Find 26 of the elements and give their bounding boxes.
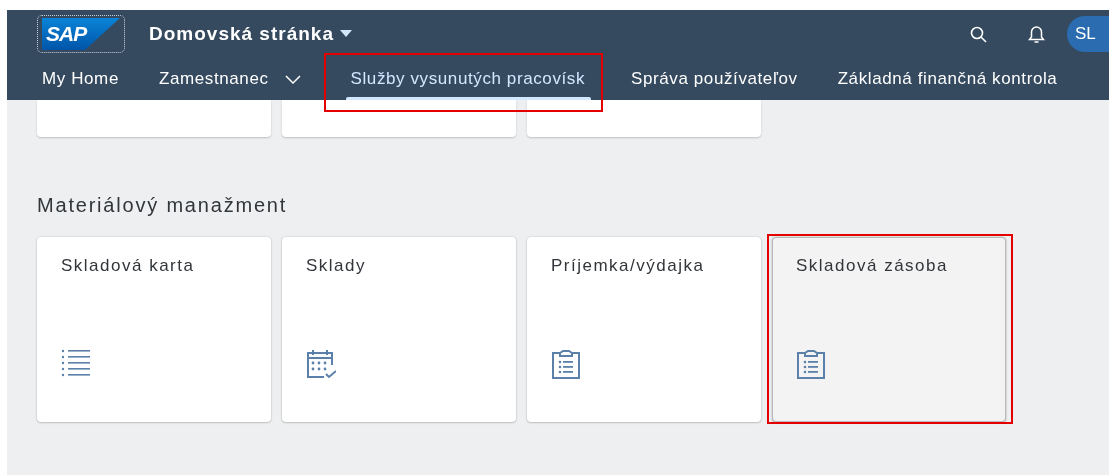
tile-title: Skladová karta — [61, 256, 196, 276]
app-tile[interactable]: Sklady — [282, 237, 516, 422]
list-icon — [61, 349, 91, 379]
tile-title: Príjemka/výdajka — [551, 256, 706, 276]
tile[interactable] — [37, 100, 271, 137]
app-tile[interactable]: Príjemka/výdajka — [527, 237, 761, 422]
caret-down-icon — [339, 30, 352, 38]
section-title: Materiálový manažment — [37, 194, 289, 218]
nav-tab[interactable]: Základná finančná kontrola — [837, 58, 1058, 100]
nav-tab[interactable]: My Home — [42, 58, 119, 100]
tile-title: Skladová zásoba — [796, 256, 949, 276]
notification-bell-icon[interactable] — [1027, 24, 1045, 44]
nav-tab[interactable]: Zamestnanec — [158, 58, 301, 100]
user-avatar[interactable]: SL — [1067, 16, 1109, 52]
app-tile[interactable]: Skladová karta — [37, 237, 271, 422]
nav-tab[interactable]: Správa používateľov — [631, 58, 798, 100]
app-tile[interactable]: Skladová zásoba — [772, 237, 1006, 422]
tile-title: Sklady — [306, 256, 368, 276]
calendar-check-icon — [306, 349, 336, 379]
search-icon[interactable] — [969, 25, 987, 43]
page-title-menu[interactable]: Domovská stránka — [149, 23, 352, 45]
tile[interactable] — [527, 100, 761, 137]
nav-tab[interactable]: Služby vysunutých pracovísk — [345, 58, 591, 100]
clipboard-list-icon — [551, 349, 581, 379]
clipboard-list-icon — [796, 349, 826, 379]
tile[interactable] — [282, 100, 516, 137]
